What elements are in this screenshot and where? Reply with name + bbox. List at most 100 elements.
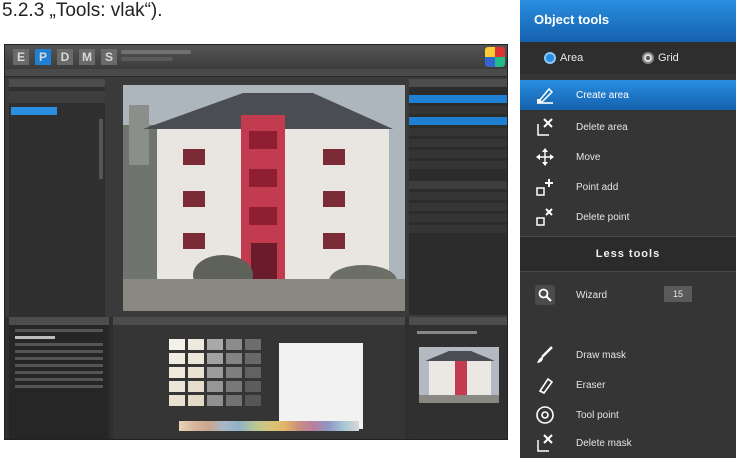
list-item[interactable]: [15, 371, 103, 374]
panel-buttons[interactable]: [9, 91, 105, 103]
swatch-grid[interactable]: [169, 339, 261, 406]
tool-row[interactable]: [409, 214, 507, 222]
swatch[interactable]: [207, 367, 223, 378]
logo-letter: S: [104, 50, 113, 64]
swatch[interactable]: [226, 367, 242, 378]
logo-letter: P: [38, 50, 47, 64]
navigator-thumbnail[interactable]: [419, 347, 499, 403]
tool-point-icon: [534, 404, 556, 426]
tool-row[interactable]: [409, 225, 507, 233]
delete-mask-icon: [534, 432, 556, 454]
toolbar[interactable]: [5, 69, 507, 77]
tools-panel-small: [409, 79, 507, 315]
panel-header: [9, 317, 109, 325]
swatch[interactable]: [207, 381, 223, 392]
swatch[interactable]: [226, 339, 242, 350]
object-tools-header: Object tools: [520, 0, 736, 42]
list-item[interactable]: [15, 329, 103, 332]
swatch[interactable]: [226, 395, 242, 406]
swatch[interactable]: [188, 395, 204, 406]
wizard-tolerance-input[interactable]: 15: [664, 286, 692, 302]
tool-row[interactable]: [409, 161, 507, 169]
document-tab[interactable]: [121, 57, 173, 61]
swatch[interactable]: [207, 339, 223, 350]
swatch[interactable]: [188, 367, 204, 378]
move-label: Move: [576, 151, 601, 163]
list-item[interactable]: [15, 343, 103, 346]
delete-mask-tool[interactable]: Delete mask: [520, 428, 736, 458]
list-item[interactable]: [15, 385, 103, 388]
swatch[interactable]: [169, 395, 185, 406]
create-area-label: Create area: [576, 89, 629, 101]
app-icon: [485, 47, 505, 67]
delete-point-tool[interactable]: Delete point: [520, 202, 736, 232]
tool-row[interactable]: [409, 139, 507, 147]
swatch[interactable]: [245, 367, 261, 378]
logo-letter-box-active: P: [35, 49, 51, 65]
panel-header: [409, 317, 507, 325]
menu-bar[interactable]: [121, 50, 191, 54]
create-area-row[interactable]: [409, 117, 507, 125]
swatch[interactable]: [226, 381, 242, 392]
list-item[interactable]: [15, 357, 103, 360]
draw-mask-label: Draw mask: [576, 349, 627, 361]
less-tools-header: [409, 181, 507, 189]
draw-mask-tool[interactable]: Draw mask: [520, 340, 736, 370]
grid-radio[interactable]: Grid: [642, 50, 679, 66]
swatch[interactable]: [207, 395, 223, 406]
swatch[interactable]: [188, 381, 204, 392]
swatch[interactable]: [245, 381, 261, 392]
swatch[interactable]: [245, 395, 261, 406]
tool-row[interactable]: [409, 192, 507, 200]
list-item[interactable]: [15, 378, 103, 381]
tool-point-tool[interactable]: Tool point: [520, 400, 736, 430]
scrollbar[interactable]: [99, 119, 103, 179]
tool-point-label: Tool point: [576, 409, 619, 421]
delete-point-label: Delete point: [576, 211, 630, 223]
magnifier-icon: [534, 284, 556, 306]
point-add-label: Point add: [576, 181, 619, 193]
zoom-slider[interactable]: [417, 331, 477, 334]
move-tool[interactable]: Move: [520, 142, 736, 172]
navigator-thumbnail-image: [419, 347, 499, 403]
colors-list-panel: [9, 317, 109, 439]
list-item[interactable]: [15, 364, 103, 367]
app-window: E P D M S: [4, 44, 508, 440]
logo-letter: M: [82, 50, 92, 64]
list-item-selected[interactable]: [15, 336, 55, 339]
radio-unselected-icon: [642, 52, 654, 64]
delete-area-tool[interactable]: Delete area: [520, 112, 736, 142]
list-item[interactable]: [15, 350, 103, 353]
point-add-tool[interactable]: Point add: [520, 172, 736, 202]
create-area-tool[interactable]: Create area: [520, 80, 736, 110]
less-tools-header: Less tools: [520, 236, 736, 272]
app-title-bar: E P D M S: [5, 45, 507, 69]
tool-row[interactable]: [409, 128, 507, 136]
point-add-icon: [534, 176, 556, 198]
swatch[interactable]: [188, 353, 204, 364]
area-radio[interactable]: Area: [544, 50, 583, 66]
swatch[interactable]: [245, 353, 261, 364]
selected-object-row[interactable]: [11, 107, 57, 115]
eraser-label: Eraser: [576, 379, 606, 391]
photo-canvas[interactable]: [123, 85, 405, 311]
swatch[interactable]: [226, 353, 242, 364]
tool-row[interactable]: [409, 150, 507, 158]
logo-letter: E: [16, 50, 25, 64]
logo-letter-box: D: [57, 49, 73, 65]
delete-mask-label: Delete mask: [576, 437, 632, 449]
swatch[interactable]: [169, 367, 185, 378]
eraser-tool[interactable]: Eraser: [520, 370, 736, 400]
delete-point-icon: [534, 206, 556, 228]
swatch[interactable]: [207, 353, 223, 364]
wizard-tool[interactable]: Wizard 15: [520, 280, 736, 310]
tool-row[interactable]: [409, 203, 507, 211]
swatch[interactable]: [169, 353, 185, 364]
color-strip[interactable]: [179, 421, 359, 431]
swatch[interactable]: [245, 339, 261, 350]
swatch[interactable]: [169, 381, 185, 392]
swatch[interactable]: [188, 339, 204, 350]
swatch[interactable]: [169, 339, 185, 350]
mode-row[interactable]: [409, 106, 507, 114]
delete-area-icon: [534, 116, 556, 138]
